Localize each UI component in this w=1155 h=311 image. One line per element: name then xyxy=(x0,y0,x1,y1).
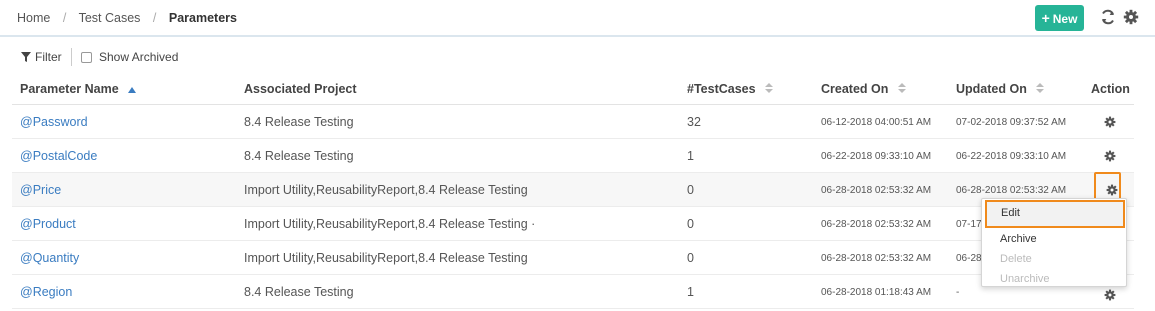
menu-item-edit[interactable]: Edit xyxy=(985,200,1125,228)
menu-item-edit-label: Edit xyxy=(1001,207,1020,219)
menu-item-archive[interactable]: Archive xyxy=(1000,233,1037,245)
column-header-associated-project: Associated Project xyxy=(244,82,357,96)
filter-label: Filter xyxy=(35,50,62,64)
sort-icon xyxy=(897,82,906,96)
associated-project: 8.4 Release Testing xyxy=(244,115,354,129)
associated-project: Import Utility,ReusabilityReport,8.4 Rel… xyxy=(244,217,536,231)
column-header-label: Created On xyxy=(821,82,889,96)
parameter-name-link[interactable]: @Password xyxy=(20,115,88,129)
table-header: Parameter Name Associated Project #TestC… xyxy=(12,73,1134,105)
testcases-count: 1 xyxy=(687,285,694,299)
testcases-count: 1 xyxy=(687,149,694,163)
menu-item-delete: Delete xyxy=(1000,253,1032,265)
updated-on: 06-28-2018 02:53:32 AM xyxy=(956,185,1067,196)
parameter-name-link[interactable]: @Region xyxy=(20,285,72,299)
column-header-label: Updated On xyxy=(956,82,1027,96)
created-on: 06-28-2018 02:53:32 AM xyxy=(821,219,932,230)
associated-project: 8.4 Release Testing xyxy=(244,149,354,163)
top-bar: Home / Test Cases / Parameters + New xyxy=(0,0,1155,37)
sort-icon xyxy=(1036,82,1045,96)
breadcrumb-home[interactable]: Home xyxy=(17,11,50,25)
table-row: @Quantity Import Utility,ReusabilityRepo… xyxy=(12,241,1134,275)
parameter-name-link[interactable]: @Quantity xyxy=(20,251,79,265)
testcases-count: 0 xyxy=(687,183,694,197)
testcases-count: 32 xyxy=(687,115,701,129)
associated-project: Import Utility,ReusabilityReport,8.4 Rel… xyxy=(244,251,528,265)
column-header-label: Parameter Name xyxy=(20,82,119,96)
breadcrumb-separator: / xyxy=(152,11,157,25)
table-row: @Region 8.4 Release Testing 1 06-28-2018… xyxy=(12,275,1134,309)
updated-on: 06-28 xyxy=(956,253,982,264)
breadcrumb: Home / Test Cases / Parameters xyxy=(17,11,237,25)
action-gear-icon[interactable] xyxy=(1104,150,1116,162)
associated-project: 8.4 Release Testing xyxy=(244,285,354,299)
new-button-label: New xyxy=(1052,12,1078,26)
created-on: 06-28-2018 01:18:43 AM xyxy=(821,287,932,298)
updated-on: 06-22-2018 09:33:10 AM xyxy=(956,151,1067,162)
column-header-parameter-name[interactable]: Parameter Name xyxy=(20,82,137,96)
created-on: 06-12-2018 04:00:51 AM xyxy=(821,117,932,128)
column-header-label: #TestCases xyxy=(687,82,756,96)
breadcrumb-test-cases[interactable]: Test Cases xyxy=(79,11,141,25)
updated-on: 07-17 xyxy=(956,219,982,230)
show-archived-label[interactable]: Show Archived xyxy=(99,50,178,64)
divider xyxy=(71,48,72,66)
testcases-count: 0 xyxy=(687,217,694,231)
sort-asc-icon xyxy=(128,82,137,96)
action-gear-icon[interactable] xyxy=(1104,116,1116,128)
action-button-highlight xyxy=(1094,172,1121,200)
breadcrumb-current: Parameters xyxy=(168,11,237,25)
created-on: 06-28-2018 02:53:32 AM xyxy=(821,253,932,264)
filter-bar: Filter Show Archived xyxy=(0,48,1155,68)
refresh-icon[interactable] xyxy=(1100,9,1116,25)
settings-gear-icon[interactable] xyxy=(1123,9,1139,25)
table-row: @PostalCode 8.4 Release Testing 1 06-22-… xyxy=(12,139,1134,173)
filter-button[interactable]: Filter xyxy=(21,50,62,64)
updated-on: 07-02-2018 09:37:52 AM xyxy=(956,117,1067,128)
menu-item-unarchive: Unarchive xyxy=(1000,273,1050,285)
parameter-name-link[interactable]: @Product xyxy=(20,217,76,231)
column-header-action: Action xyxy=(1091,82,1130,96)
table-row: @Product Import Utility,ReusabilityRepor… xyxy=(12,207,1134,241)
column-header-updated-on[interactable]: Updated On xyxy=(956,82,1045,96)
filter-icon xyxy=(21,52,31,62)
updated-on: - xyxy=(956,287,960,298)
created-on: 06-22-2018 09:33:10 AM xyxy=(821,151,932,162)
new-button[interactable]: + New xyxy=(1035,5,1084,31)
column-header-created-on[interactable]: Created On xyxy=(821,82,906,96)
sort-icon xyxy=(765,82,774,96)
created-on: 06-28-2018 02:53:32 AM xyxy=(821,185,932,196)
table-row: @Password 8.4 Release Testing 32 06-12-2… xyxy=(12,105,1134,139)
parameters-table: Parameter Name Associated Project #TestC… xyxy=(12,73,1134,309)
table-row: @Price Import Utility,ReusabilityReport,… xyxy=(12,173,1134,207)
breadcrumb-separator: / xyxy=(62,11,67,25)
action-gear-icon[interactable] xyxy=(1104,289,1116,301)
testcases-count: 0 xyxy=(687,251,694,265)
column-header-testcases[interactable]: #TestCases xyxy=(687,82,774,96)
parameter-name-link[interactable]: @PostalCode xyxy=(20,149,97,163)
show-archived-checkbox[interactable] xyxy=(81,52,92,63)
plus-icon: + xyxy=(1041,10,1050,26)
parameter-name-link[interactable]: @Price xyxy=(20,183,61,197)
associated-project: Import Utility,ReusabilityReport,8.4 Rel… xyxy=(244,183,528,197)
